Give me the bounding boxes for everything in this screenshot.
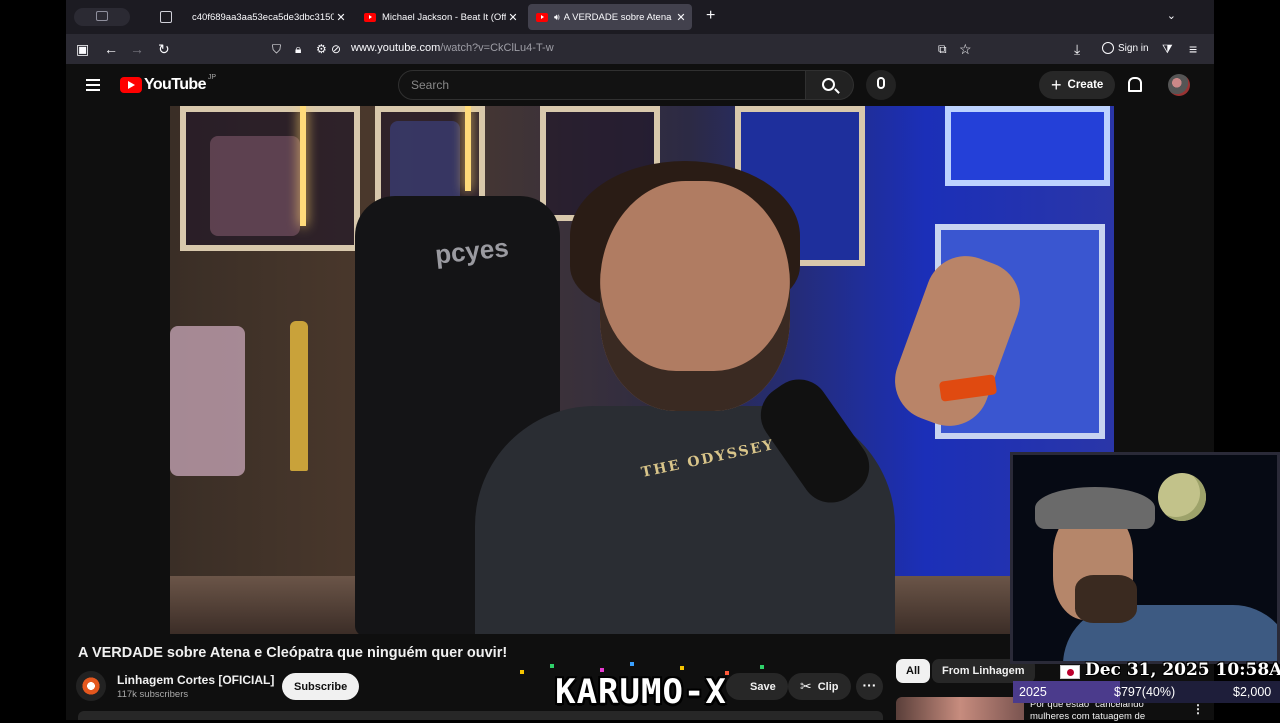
tab-title: c40f689aa3aa53eca5de3dbc3150fc <box>192 11 334 23</box>
stream-brand-text: KARUMO-X <box>555 672 727 712</box>
youtube-icon <box>120 77 142 93</box>
account-icon <box>1102 42 1114 54</box>
tab-atena-video[interactable]: 🔊︎ A VERDADE sobre Atena e Cl ✕ <box>528 4 692 30</box>
date-time-text: Dec 31, 2025 10:58AM <box>1085 660 1280 680</box>
neon-light <box>300 106 306 226</box>
permissions-icon[interactable]: ⚙︎ <box>316 40 327 58</box>
tab-hash[interactable]: c40f689aa3aa53eca5de3dbc3150fc ✕ <box>182 4 352 30</box>
youtube-logo[interactable]: YouTube JP <box>120 73 217 94</box>
video-title: A VERDADE sobre Atena e Cleópatra que ni… <box>78 645 508 661</box>
confetti <box>550 664 554 668</box>
voice-search-button[interactable] <box>866 70 896 100</box>
shield-icon[interactable]: ⛉ <box>272 40 281 58</box>
speaker-icon[interactable]: 🔊︎ <box>554 12 560 23</box>
chevron-down-icon[interactable]: ⌄ <box>1167 9 1176 22</box>
recommendation-title-line: mulheres com tatuagem de <box>1030 711 1146 722</box>
confetti <box>760 665 764 669</box>
shelf <box>945 106 1110 186</box>
tab-title: A VERDADE sobre Atena e Cl <box>563 11 674 23</box>
youtube-header: YouTube JP + Create <box>66 64 1214 106</box>
confetti <box>680 666 684 670</box>
microphone-icon <box>877 77 885 89</box>
chip-all[interactable]: All <box>896 659 931 683</box>
scissors-icon: ✂ <box>800 678 812 694</box>
tab-bar: c40f689aa3aa53eca5de3dbc3150fc ✕ Michael… <box>66 0 1214 34</box>
figure <box>210 136 300 236</box>
goal-target: $2,000 <box>1233 685 1272 699</box>
date-time-banner: Dec 31, 2025 10:58AM <box>1058 660 1280 680</box>
goal-current: $797(40%) <box>1114 685 1176 699</box>
create-label: Create <box>1067 79 1104 91</box>
streamer-beard <box>1075 575 1137 623</box>
more-actions-button[interactable]: ··· <box>856 673 883 700</box>
plus-icon: + <box>1051 75 1062 95</box>
neon-light <box>465 106 471 191</box>
tab-title: Michael Jackson - Beat It (Offici <box>382 11 506 23</box>
confetti <box>630 662 634 666</box>
close-icon[interactable]: ✕ <box>674 11 688 24</box>
lock-icon[interactable]: 🔒︎ <box>295 40 301 58</box>
tab-michael-jackson[interactable]: Michael Jackson - Beat It (Offici ✕ <box>356 4 524 30</box>
sidebar-icon <box>96 11 108 21</box>
url-text[interactable]: www.youtube.com/watch?v=CkClLu4-T-w <box>351 42 554 54</box>
url-path: /watch?v=CkClLu4-T-w <box>440 42 554 54</box>
donation-goal-bar: 2025 $797(40%) $2,000 <box>1013 681 1280 703</box>
nav-bar: ▣ ← → ↻ ⛉ 🔒︎ ⚙︎ ⊘ www.youtube.com/watch?… <box>66 34 1214 64</box>
search-input[interactable] <box>399 71 805 99</box>
search-box <box>398 70 806 100</box>
extensions-icon[interactable]: ⧩ <box>1162 40 1173 58</box>
webcam-overlay <box>1010 452 1280 664</box>
moon <box>1158 473 1206 521</box>
avatar[interactable] <box>1168 74 1190 96</box>
goal-year: 2025 <box>1019 685 1047 699</box>
tab-groups-icon <box>160 11 172 23</box>
tab-groups-button[interactable] <box>158 9 174 25</box>
bell-icon[interactable] <box>1126 76 1142 92</box>
new-tab-button[interactable]: + <box>706 7 715 25</box>
person-head <box>600 181 790 411</box>
forward-icon[interactable]: → <box>130 40 144 58</box>
region-code: JP <box>207 73 217 81</box>
back-icon[interactable]: ← <box>104 40 118 58</box>
bookmark-star-icon[interactable]: ☆ <box>959 40 972 58</box>
recommendation-thumbnail[interactable] <box>896 697 1024 720</box>
youtube-wordmark: YouTube <box>144 76 206 93</box>
video-player[interactable]: pcyes THE ODYSSEY <box>170 106 1114 634</box>
sidebar-panel-icon[interactable]: ▣ <box>76 40 89 58</box>
create-button[interactable]: + Create <box>1039 71 1116 99</box>
youtube-icon <box>536 12 548 22</box>
close-icon[interactable]: ✕ <box>506 11 520 24</box>
trophy <box>290 321 308 471</box>
hamburger-menu-icon[interactable] <box>86 79 100 91</box>
stream-brand-overlay: KARUMO-X <box>510 662 772 720</box>
download-icon[interactable]: ⤓ <box>1074 40 1080 58</box>
clip-button[interactable]: ✂ Clip <box>788 673 851 700</box>
youtube-icon <box>364 12 376 22</box>
sign-in-label: Sign in <box>1118 42 1149 54</box>
subscriber-count: 117k subscribers <box>117 689 189 700</box>
menu-icon[interactable]: ≡ <box>1189 40 1197 58</box>
url-host: www.youtube.com <box>351 42 441 54</box>
sign-in-button[interactable]: Sign in <box>1102 42 1149 54</box>
reload-icon[interactable]: ↻ <box>158 40 170 58</box>
autoplay-blocked-icon[interactable]: ⊘ <box>331 40 341 58</box>
close-icon[interactable]: ✕ <box>334 11 348 24</box>
search-button[interactable] <box>806 70 854 100</box>
channel-name[interactable]: Linhagem Cortes [OFICIAL] <box>117 673 274 687</box>
streamer-cap <box>1035 487 1155 529</box>
channel-avatar[interactable] <box>76 671 106 701</box>
picture-in-picture-icon[interactable]: ⧉ <box>938 40 947 58</box>
subscribe-button[interactable]: Subscribe <box>282 673 360 700</box>
search-icon <box>822 78 835 91</box>
sidebar-toggle-button[interactable] <box>74 8 130 26</box>
more-vert-icon[interactable]: ⋮ <box>1192 702 1204 716</box>
clip-label: Clip <box>817 680 839 693</box>
books <box>170 326 245 476</box>
